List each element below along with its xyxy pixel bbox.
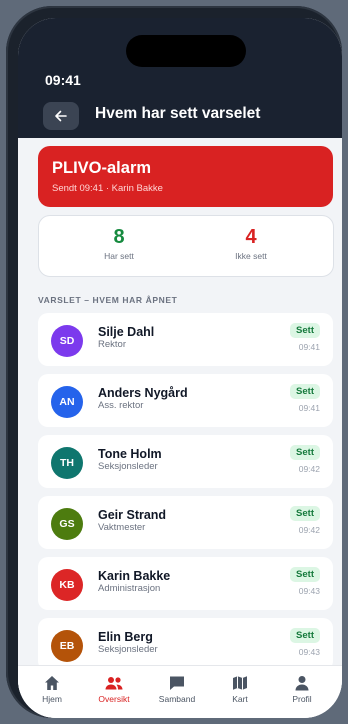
recipient-role: Seksjonsleder xyxy=(98,644,158,655)
unseen-label: Ikke sett xyxy=(235,251,267,261)
status-badge: Sett xyxy=(290,445,320,460)
avatar: EB xyxy=(51,630,83,662)
avatar: GS xyxy=(51,508,83,540)
camera-notch xyxy=(126,35,246,67)
seen-time: 09:42 xyxy=(298,525,320,535)
seen-time: 09:42 xyxy=(298,464,320,474)
recipient-row[interactable]: TH Tone Holm Seksjonsleder Sett 09:42 xyxy=(38,435,333,488)
arrow-left-icon xyxy=(55,110,67,122)
avatar: KB xyxy=(51,569,83,601)
nav-item-kart[interactable]: Kart xyxy=(212,674,268,704)
nav-label: Samband xyxy=(158,694,196,704)
seen-stat: 8 Har sett xyxy=(59,226,179,261)
home-icon xyxy=(45,676,59,690)
recipient-name: Geir Strand xyxy=(98,508,167,522)
recipient-role: Seksjonsleder xyxy=(98,461,158,472)
section-label: VARSLET – HVEM HAR ÅPNET xyxy=(38,295,178,305)
recipient-row[interactable]: EB Elin Berg Seksjonsleder Sett 09:43 xyxy=(38,618,333,671)
app-screen: 09:41 Hvem har sett varselet PLIVO-alarm… xyxy=(18,18,342,718)
recipient-row[interactable]: KB Karin Bakke Administrasjon Sett 09:43 xyxy=(38,557,333,610)
nav-item-oversikt[interactable]: Oversikt xyxy=(86,674,142,704)
nav-item-hjem[interactable]: Hjem xyxy=(24,674,80,704)
recipient-role: Rektor xyxy=(98,339,126,350)
recipient-name: Silje Dahl xyxy=(98,325,155,339)
stats-card: 8 Har sett 4 Ikke sett xyxy=(38,215,334,277)
top-bar: 09:41 Hvem har sett varselet xyxy=(18,18,342,138)
seen-time: 09:41 xyxy=(298,403,320,413)
nav-label: Kart xyxy=(232,694,248,704)
status-badge: Sett xyxy=(290,628,320,643)
alarm-card: PLIVO-alarm Sendt 09:41 · Karin Bakke xyxy=(38,146,333,207)
nav-label: Hjem xyxy=(42,694,62,704)
phone-frame: 09:41 Hvem har sett varselet PLIVO-alarm… xyxy=(6,6,342,718)
seen-label: Har sett xyxy=(104,251,134,261)
recipient-role: Vaktmester xyxy=(98,522,146,533)
recipient-role: Ass. rektor xyxy=(98,400,144,411)
nav-item-profil[interactable]: Profil xyxy=(274,674,330,704)
status-badge: Sett xyxy=(290,506,320,521)
alarm-title: PLIVO-alarm xyxy=(52,159,152,177)
seen-count: 8 xyxy=(113,226,125,248)
alarm-subtitle: Sendt 09:41 · Karin Bakke xyxy=(52,183,163,194)
recipient-row[interactable]: GS Geir Strand Vaktmester Sett 09:42 xyxy=(38,496,333,549)
recipient-name: Karin Bakke xyxy=(98,569,171,583)
status-badge: Sett xyxy=(290,323,320,338)
avatar: AN xyxy=(51,386,83,418)
recipient-name: Elin Berg xyxy=(98,630,153,644)
status-badge: Sett xyxy=(290,567,320,582)
status-badge: Sett xyxy=(290,384,320,399)
back-button[interactable] xyxy=(43,102,79,130)
recipient-row[interactable]: AN Anders Nygård Ass. rektor Sett 09:41 xyxy=(38,374,333,427)
status-time: 09:41 xyxy=(45,72,81,88)
nav-label: Profil xyxy=(292,694,312,704)
seen-time: 09:43 xyxy=(298,586,320,596)
chat-icon xyxy=(170,676,184,690)
recipient-row[interactable]: SD Silje Dahl Rektor Sett 09:41 xyxy=(38,313,333,366)
recipient-name: Tone Holm xyxy=(98,447,162,461)
main-content: PLIVO-alarm Sendt 09:41 · Karin Bakke 8 … xyxy=(18,138,342,718)
page-title: Hvem har sett varselet xyxy=(95,105,261,122)
map-icon xyxy=(233,676,247,690)
unseen-count: 4 xyxy=(245,226,257,248)
bottom-nav: Hjem Oversikt Samband Kart Profil xyxy=(18,665,342,718)
recipient-role: Administrasjon xyxy=(98,583,161,594)
seen-time: 09:43 xyxy=(298,647,320,657)
recipient-name: Anders Nygård xyxy=(98,386,188,400)
people-icon xyxy=(105,677,123,690)
nav-item-samband[interactable]: Samband xyxy=(149,674,205,704)
avatar: SD xyxy=(51,325,83,357)
nav-label: Oversikt xyxy=(98,694,130,704)
seen-time: 09:41 xyxy=(298,342,320,352)
avatar: TH xyxy=(51,447,83,479)
unseen-stat: 4 Ikke sett xyxy=(191,226,311,261)
person-icon xyxy=(295,676,309,691)
